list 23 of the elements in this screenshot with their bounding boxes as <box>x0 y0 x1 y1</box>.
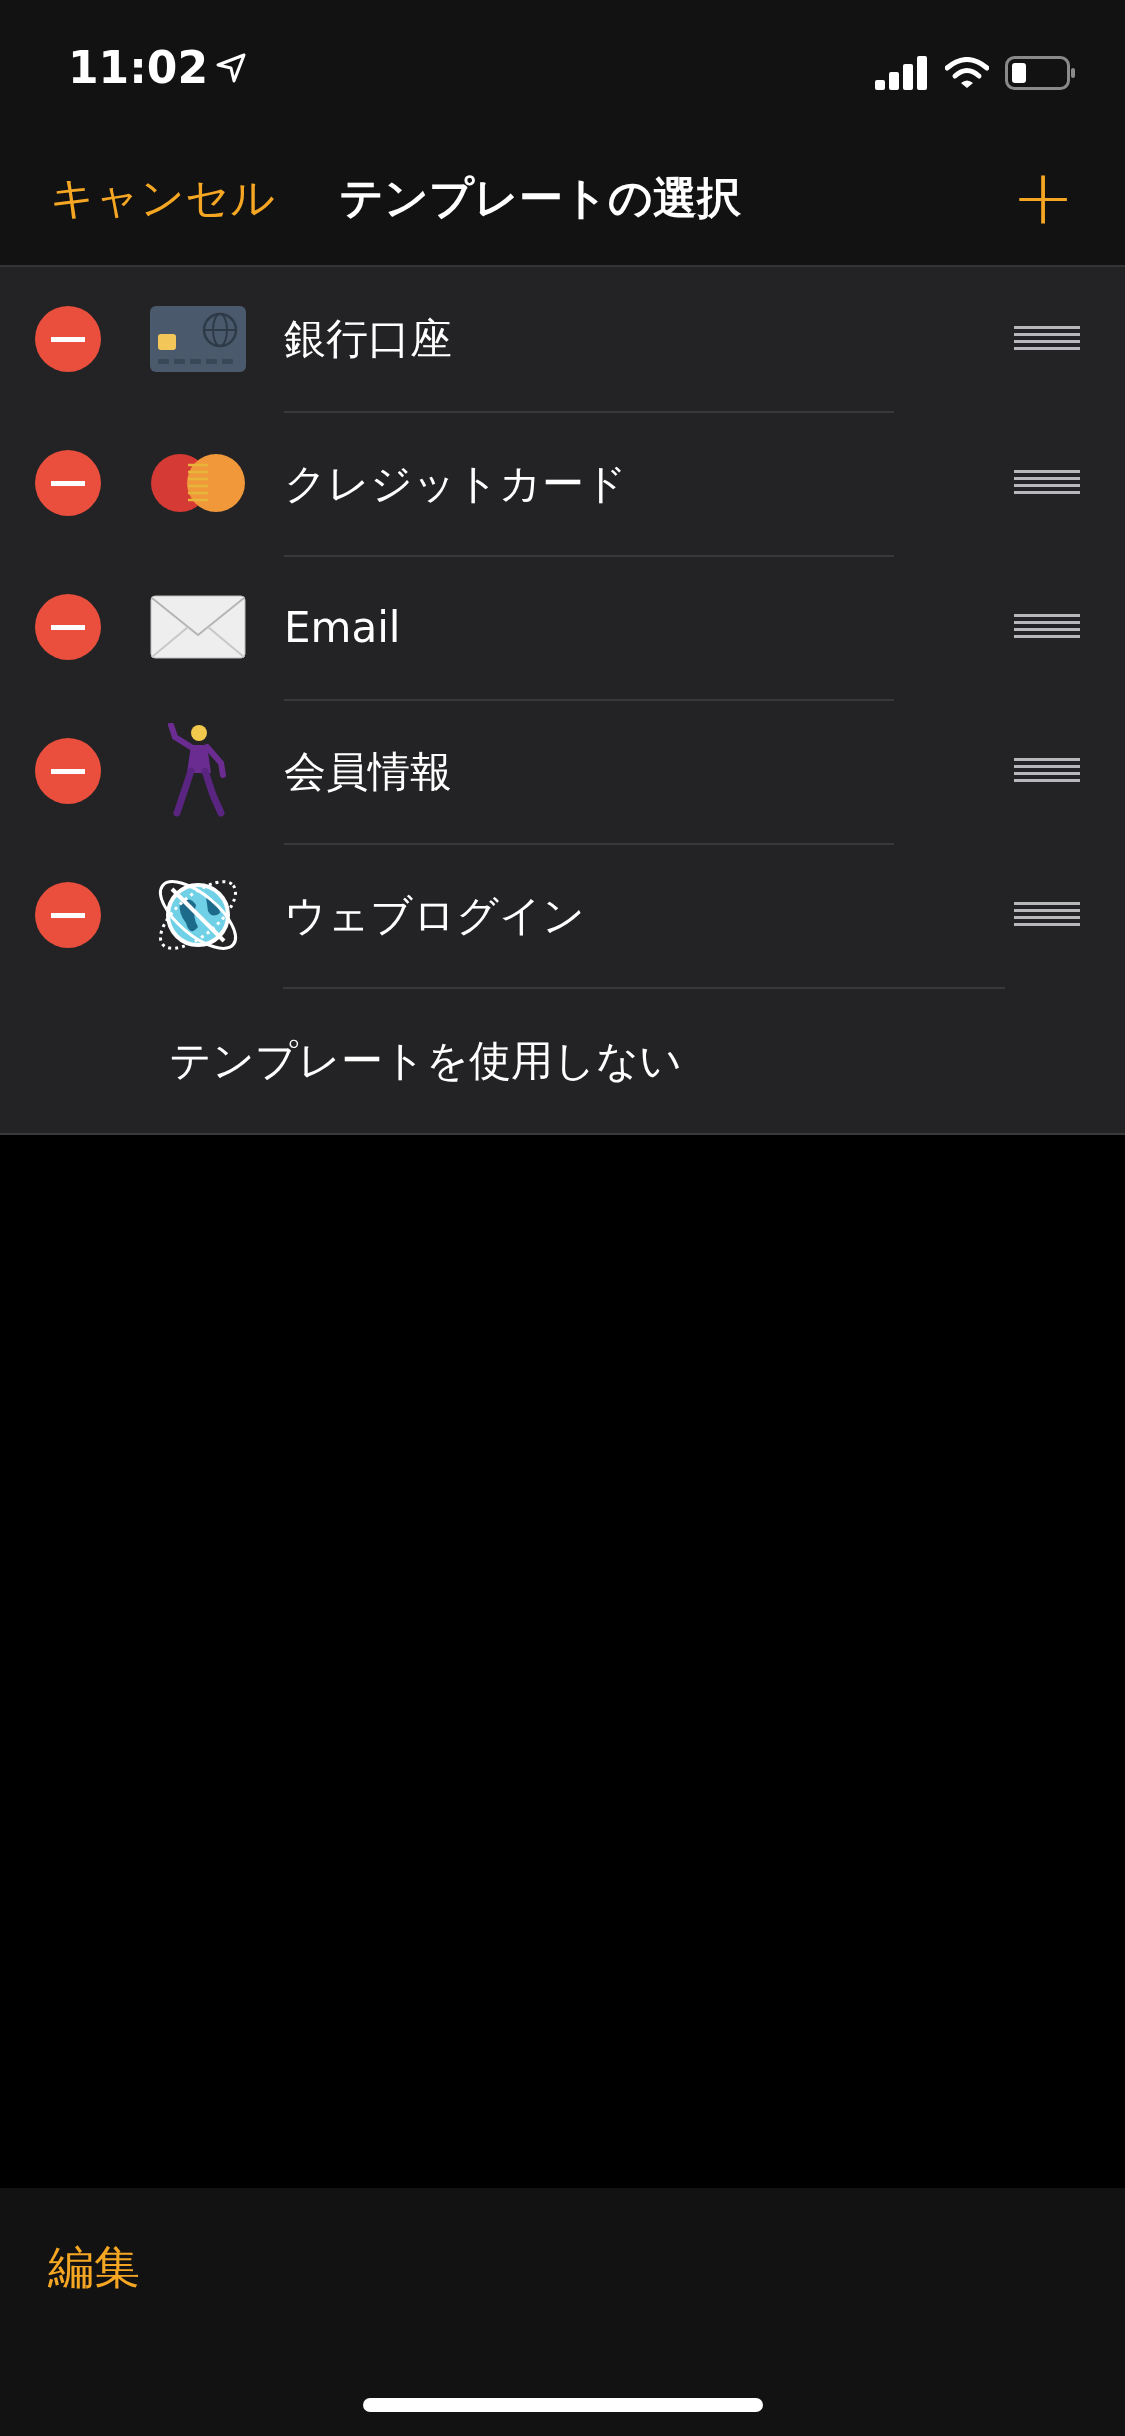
battery-icon <box>1005 56 1077 90</box>
drag-handle-icon[interactable] <box>1014 758 1080 784</box>
envelope-icon <box>150 595 246 659</box>
edit-button[interactable]: 編集 <box>48 2244 140 2290</box>
template-name[interactable]: 銀行口座 <box>284 318 452 360</box>
add-button[interactable]: + <box>1011 159 1075 236</box>
template-name[interactable]: ウェブログイン <box>284 895 585 937</box>
no-template-option[interactable]: テンプレートを使用しない <box>169 1040 682 1082</box>
drag-handle-icon[interactable] <box>1014 326 1080 352</box>
card-logo-icon <box>150 453 246 513</box>
template-name[interactable]: クレジットカード <box>284 463 627 505</box>
page-title: テンプレートの選択 <box>339 175 741 220</box>
template-name[interactable]: 会員情報 <box>284 751 452 793</box>
wifi-icon <box>945 57 989 89</box>
signal-icon <box>875 56 929 90</box>
cancel-button[interactable]: キャンセル <box>50 175 275 220</box>
bank-card-icon <box>150 306 246 372</box>
drag-handle-icon[interactable] <box>1014 902 1080 928</box>
template-name[interactable]: Email <box>284 607 401 649</box>
location-arrow-icon <box>216 53 247 83</box>
drag-handle-icon[interactable] <box>1014 470 1080 496</box>
status-time: 11:02 <box>68 46 209 90</box>
drag-handle-icon[interactable] <box>1014 614 1080 640</box>
